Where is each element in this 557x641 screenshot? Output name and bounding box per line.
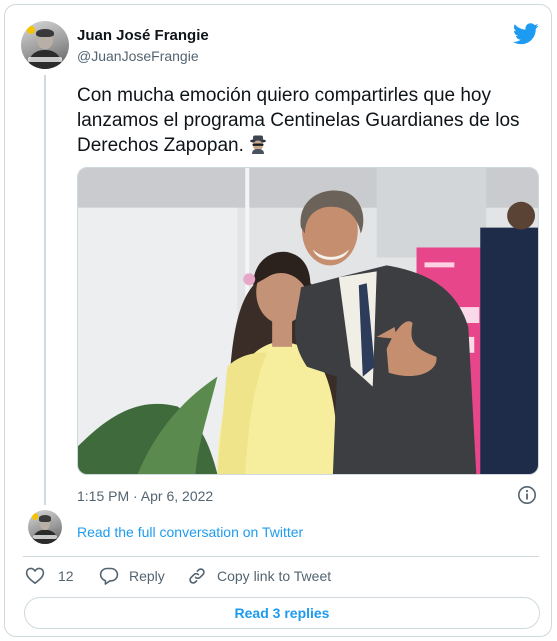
like-count: 12	[58, 568, 74, 584]
link-icon	[189, 568, 205, 584]
like-button[interactable]: 12	[25, 565, 74, 587]
read-full-conversation-link[interactable]: Read the full conversation on Twitter	[77, 524, 303, 540]
thread-line	[44, 75, 46, 505]
divider	[23, 556, 539, 557]
embedded-tweet-card: Juan José Frangie @JuanJoseFrangie Con m…	[4, 4, 552, 637]
tweet-photo[interactable]	[77, 167, 539, 475]
author-handle[interactable]: @JuanJoseFrangie	[77, 48, 199, 64]
tweet-text: Con mucha emoción quiero compartirles qu…	[77, 83, 547, 158]
heart-icon	[25, 567, 45, 584]
detective-emoji	[249, 135, 266, 154]
reply-button[interactable]: Reply	[99, 565, 165, 587]
reply-label: Reply	[129, 568, 165, 584]
tweet-timestamp[interactable]: 1:15 PM · Apr 6, 2022	[77, 488, 213, 504]
copy-link-button[interactable]: Copy link to Tweet	[187, 565, 331, 587]
tweet-body: Con mucha emoción quiero compartirles qu…	[77, 85, 520, 156]
info-icon[interactable]	[517, 485, 537, 505]
speech-bubble-icon	[99, 567, 119, 585]
copy-link-label: Copy link to Tweet	[217, 568, 332, 584]
conversation-avatar[interactable]	[28, 510, 62, 544]
read-replies-button[interactable]: Read 3 replies	[24, 597, 540, 629]
author-avatar[interactable]	[21, 21, 69, 69]
author-name[interactable]: Juan José Frangie	[77, 27, 209, 44]
twitter-bird-icon[interactable]	[513, 23, 539, 45]
